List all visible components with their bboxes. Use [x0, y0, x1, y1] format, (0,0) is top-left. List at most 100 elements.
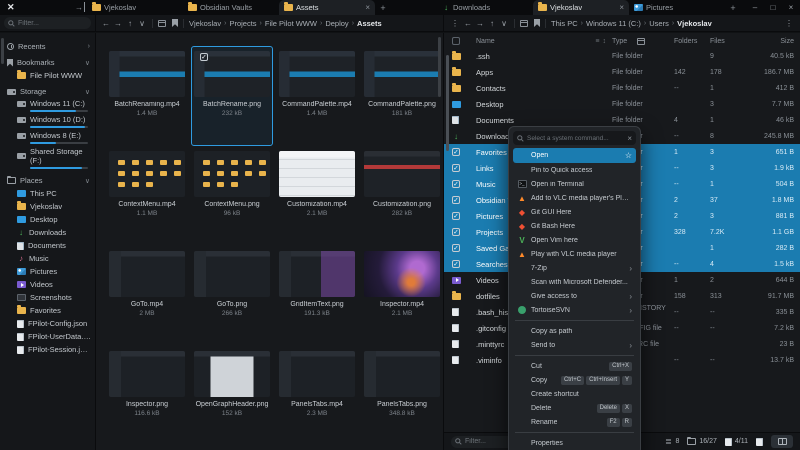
- chevron-icon[interactable]: ∨: [85, 59, 90, 67]
- breadcrumb-item-windows-11-c[interactable]: Windows 11 (C:): [586, 19, 641, 28]
- sidebar-item-screenshots[interactable]: Screenshots: [0, 291, 95, 304]
- menu-item-delete[interactable]: DeleteDeleteX: [513, 401, 636, 415]
- menu-item-open-in-terminal[interactable]: Open in Terminal: [513, 177, 636, 191]
- sidebar-scrollbar[interactable]: [1, 38, 4, 64]
- tab-vjekoslav[interactable]: Vjekoslav: [87, 0, 183, 15]
- maximize-button[interactable]: □: [764, 0, 782, 15]
- breadcrumb-item-users[interactable]: Users: [649, 19, 669, 28]
- clipboard-indicator[interactable]: [756, 438, 763, 446]
- preview-toggle-button[interactable]: [771, 435, 793, 448]
- sidebar-item-favorites[interactable]: Favorites: [0, 304, 95, 317]
- grid-item-customization-mp4[interactable]: Customization.mp42.1 MB: [276, 146, 358, 246]
- up-button[interactable]: ↑: [125, 19, 135, 28]
- sidebar-item-downloads[interactable]: ↓Downloads: [0, 226, 95, 239]
- sort-direction-icon[interactable]: ↕: [603, 38, 607, 45]
- tab-vjekoslav[interactable]: Vjekoslav×: [533, 0, 629, 15]
- forward-button[interactable]: →: [475, 19, 485, 28]
- bookmark-icon[interactable]: [172, 19, 178, 27]
- pane-menu-icon[interactable]: ⋮: [449, 19, 461, 28]
- sidebar-item-fpilot-userdata-json[interactable]: FPilot-UserData.json: [0, 330, 95, 343]
- column-folders[interactable]: Folders: [674, 38, 710, 45]
- menu-item-git-gui-here[interactable]: ◆Git GUI Here: [513, 205, 636, 219]
- archive-icon[interactable]: [158, 20, 166, 27]
- column-options-icon[interactable]: [637, 38, 645, 45]
- sidebar-filter[interactable]: [4, 17, 91, 29]
- close-icon[interactable]: ×: [627, 134, 632, 143]
- menu-item-send-to[interactable]: Send to›: [513, 338, 636, 352]
- sidebar-drive-shared-storage-f[interactable]: Shared Storage (F:): [0, 146, 95, 171]
- grid-item-inspector-png[interactable]: Inspector.png116.6 kB: [106, 346, 188, 446]
- menu-item-create-shortcut[interactable]: Create shortcut: [513, 387, 636, 401]
- menu-item-pin-to-quick-access[interactable]: Pin to Quick access: [513, 163, 636, 177]
- sidebar-item-fpilot-session-json[interactable]: FPilot-Session.json: [0, 343, 95, 356]
- list-scrollbar[interactable]: [446, 55, 449, 151]
- menu-item-properties[interactable]: Properties: [513, 436, 636, 450]
- sidebar-item-this-pc[interactable]: This PC: [0, 187, 95, 200]
- menu-item-open[interactable]: Open☆: [513, 148, 636, 163]
- grid-item-inspector-mp4[interactable]: Inspector.mp42.1 MB: [361, 246, 443, 346]
- minimize-button[interactable]: –: [746, 0, 764, 15]
- table-row-ssh[interactable]: .sshFile folder940.5 kB: [444, 48, 800, 64]
- menu-item-scan-with-microsoft-defender[interactable]: Scan with Microsoft Defender...: [513, 275, 636, 289]
- grid-scrollbar[interactable]: [438, 37, 441, 97]
- menu-item-add-to-vlc-media-player-s-playlist[interactable]: ▲Add to VLC media player's Playlist: [513, 191, 636, 205]
- tab-downloads[interactable]: ↓Downloads: [437, 0, 533, 15]
- grid-item-batchrenaming-mp4[interactable]: BatchRenaming.mp41.4 MB: [106, 46, 188, 146]
- grid-item-panelstabs-png[interactable]: PanelsTabs.png348.8 kB: [361, 346, 443, 446]
- grid-item-contextmenu-png[interactable]: ContextMenu.png96 kB: [191, 146, 273, 246]
- menu-item-copy[interactable]: CopyCtrl+CCtrl+InsertY: [513, 373, 636, 387]
- sidebar-item-fpilot-config-json[interactable]: FPilot-Config.json: [0, 317, 95, 330]
- tab-pictures[interactable]: Pictures: [629, 0, 725, 15]
- tab-overflow-icon[interactable]: →: [75, 2, 85, 12]
- menu-item-7-zip[interactable]: 7-Zip›: [513, 261, 636, 275]
- sidebar-drive-windows-11-c[interactable]: Windows 11 (C:): [0, 98, 95, 114]
- checkbox-icon[interactable]: [452, 196, 460, 204]
- history-dropdown-icon[interactable]: ∨: [499, 19, 509, 28]
- breadcrumb-item-assets[interactable]: Assets: [357, 19, 382, 28]
- sidebar-item-videos[interactable]: Videos: [0, 278, 95, 291]
- sidebar-section-recents[interactable]: Recents›: [0, 40, 95, 53]
- sidebar-section-bookmarks[interactable]: Bookmarks∨: [0, 56, 95, 69]
- close-tab-icon[interactable]: ×: [365, 3, 370, 12]
- column-type[interactable]: Type: [612, 38, 627, 45]
- select-all-checkbox[interactable]: [452, 37, 460, 45]
- sidebar-section-places[interactable]: Places∨: [0, 174, 95, 187]
- breadcrumb-item-file-pilot-www[interactable]: File Pilot WWW: [265, 19, 317, 28]
- grid-item-griditemtext-png[interactable]: GridItemText.png191.3 kB: [276, 246, 358, 346]
- history-dropdown-icon[interactable]: ∨: [137, 19, 147, 28]
- grid-item-commandpalette-mp4[interactable]: CommandPalette.mp41.4 MB: [276, 46, 358, 146]
- close-tab-icon[interactable]: ×: [619, 3, 624, 12]
- sidebar-item-pictures[interactable]: Pictures: [0, 265, 95, 278]
- tab-obsidian-vaults[interactable]: Obsidian Vaults: [183, 0, 279, 15]
- checkbox-icon[interactable]: [452, 148, 460, 156]
- sidebar-item-file-pilot-www[interactable]: File Pilot WWW: [0, 69, 95, 82]
- pane-menu-icon[interactable]: ⋮: [783, 19, 795, 28]
- column-name[interactable]: Name: [476, 38, 495, 45]
- sort-icons[interactable]: ≡↕: [595, 38, 612, 45]
- checkbox-icon[interactable]: [452, 244, 460, 252]
- back-button[interactable]: ←: [463, 19, 473, 28]
- checkbox-icon[interactable]: [452, 180, 460, 188]
- menu-item-open-vim-here[interactable]: VOpen Vim here: [513, 233, 636, 247]
- grid-item-batchrename-png[interactable]: BatchRename.png232 kB: [191, 46, 273, 146]
- chevron-icon[interactable]: ∨: [85, 88, 90, 96]
- command-search-input[interactable]: [527, 135, 624, 142]
- back-button[interactable]: ←: [101, 19, 111, 28]
- grid-item-commandpalette-png[interactable]: CommandPalette.png181 kB: [361, 46, 443, 146]
- new-tab-button-left[interactable]: +: [375, 0, 391, 15]
- breadcrumb-item-projects[interactable]: Projects: [229, 19, 256, 28]
- new-tab-button-right[interactable]: +: [725, 0, 741, 15]
- grid-item-contextmenu-mp4[interactable]: ContextMenu.mp41.1 MB: [106, 146, 188, 246]
- checkbox-icon[interactable]: [452, 212, 460, 220]
- table-row-contacts[interactable]: ContactsFile folder--1412 B: [444, 80, 800, 96]
- grid-item-panelstabs-mp4[interactable]: PanelsTabs.mp42.3 MB: [276, 346, 358, 446]
- table-row-desktop[interactable]: DesktopFile folder37.7 MB: [444, 96, 800, 112]
- up-button[interactable]: ↑: [487, 19, 497, 28]
- column-files[interactable]: Files: [710, 38, 742, 45]
- breadcrumb-item-vjekoslav[interactable]: Vjekoslav: [677, 19, 712, 28]
- sidebar-item-music[interactable]: ♪Music: [0, 252, 95, 265]
- menu-item-give-access-to[interactable]: Give access to›: [513, 289, 636, 303]
- grid-item-opengraphheader-png[interactable]: OpenGraphHeader.png152 kB: [191, 346, 273, 446]
- breadcrumb-item-this-pc[interactable]: This PC: [551, 19, 578, 28]
- grid-item-goto-mp4[interactable]: GoTo.mp42 MB: [106, 246, 188, 346]
